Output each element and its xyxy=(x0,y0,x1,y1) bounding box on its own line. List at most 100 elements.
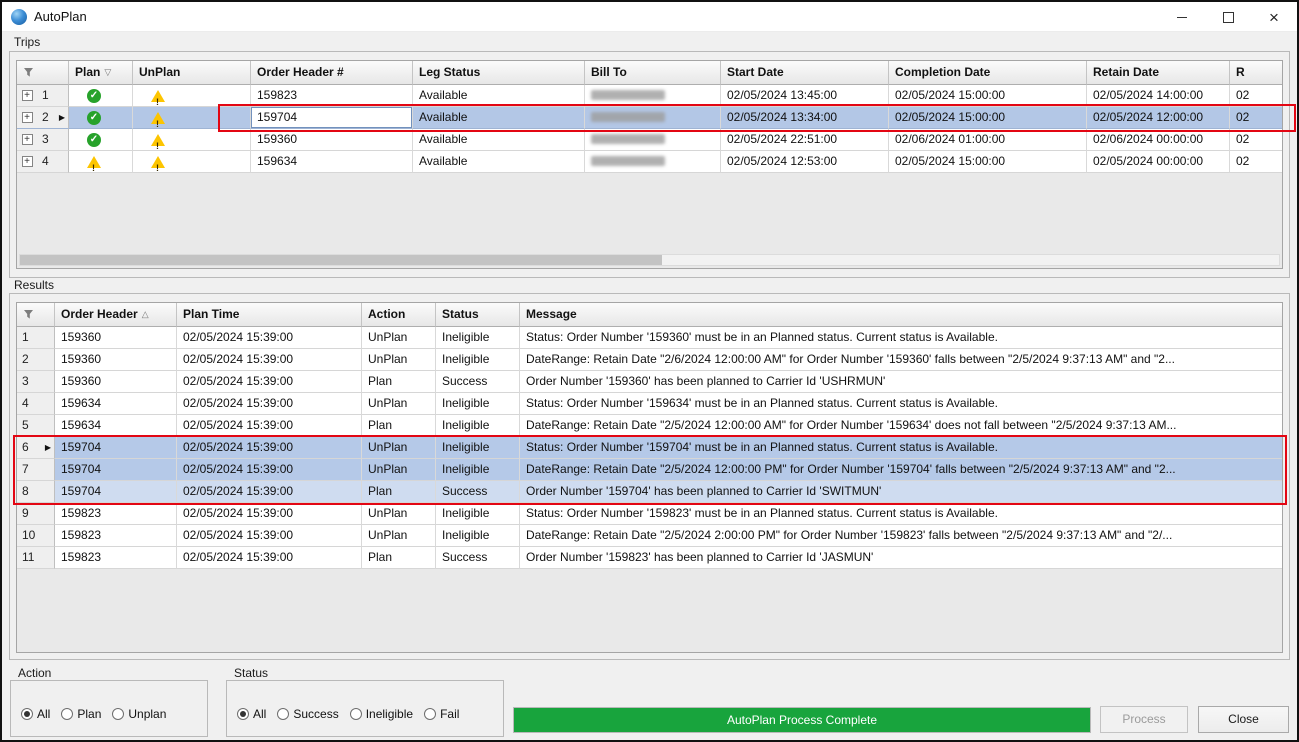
radio-label: All xyxy=(253,707,266,721)
message-cell: Status: Order Number '159823' must be in… xyxy=(520,503,1282,525)
result-row[interactable]: 4 159634 02/05/2024 15:39:00 UnPlan Inel… xyxy=(17,393,1282,415)
results-section-label: Results xyxy=(14,278,54,292)
column-header-label: UnPlan xyxy=(139,61,180,84)
leg-status-cell: Available xyxy=(413,107,585,129)
radio-action-all[interactable]: All xyxy=(21,707,50,721)
warning-icon xyxy=(151,90,165,102)
radio-status-success[interactable]: Success xyxy=(277,707,338,721)
sort-indicator-icon: ▽ xyxy=(104,61,111,84)
column-header-plan[interactable]: Plan▽ xyxy=(69,61,133,85)
plan-time-cell: 02/05/2024 15:39:00 xyxy=(177,481,362,503)
column-header-leg-status[interactable]: Leg Status xyxy=(413,61,585,85)
row-number: 5 xyxy=(22,415,29,436)
row-number: 6 xyxy=(22,437,29,458)
order-header-cell: 159823 xyxy=(55,503,177,525)
expand-plus-icon[interactable] xyxy=(22,156,33,167)
result-row[interactable]: 6 159704 02/05/2024 15:39:00 UnPlan Inel… xyxy=(17,437,1282,459)
warning-icon xyxy=(151,112,165,124)
column-header-message[interactable]: Message xyxy=(520,303,1282,327)
result-row[interactable]: 9 159823 02/05/2024 15:39:00 UnPlan Inel… xyxy=(17,503,1282,525)
radio-icon xyxy=(350,708,362,720)
result-row[interactable]: 1 159360 02/05/2024 15:39:00 UnPlan Inel… xyxy=(17,327,1282,349)
order-header-cell[interactable]: 159360 xyxy=(251,129,413,151)
column-header-retain-date[interactable]: Retain Date xyxy=(1087,61,1230,85)
scrollbar-thumb[interactable] xyxy=(20,255,662,265)
radio-icon xyxy=(277,708,289,720)
result-row[interactable]: 10 159823 02/05/2024 15:39:00 UnPlan Ine… xyxy=(17,525,1282,547)
completion-date-cell: 02/05/2024 15:00:00 xyxy=(889,107,1087,129)
order-header-cell: 159704 xyxy=(55,481,177,503)
row-header[interactable]: 10 xyxy=(17,525,55,547)
result-row[interactable]: 5 159634 02/05/2024 15:39:00 Plan Inelig… xyxy=(17,415,1282,437)
current-row-arrow xyxy=(59,107,65,128)
close-button[interactable]: Close xyxy=(1198,706,1289,733)
plan-time-cell: 02/05/2024 15:39:00 xyxy=(177,349,362,371)
expand-plus-icon[interactable] xyxy=(22,112,33,123)
message-cell: DateRange: Retain Date "2/5/2024 12:00:0… xyxy=(520,459,1282,481)
radio-action-plan[interactable]: Plan xyxy=(61,707,101,721)
row-header[interactable]: 8 xyxy=(17,481,55,503)
column-header-status[interactable]: Status xyxy=(436,303,520,327)
row-number: 2 xyxy=(42,107,49,128)
column-header-completion-date[interactable]: Completion Date xyxy=(889,61,1087,85)
column-header-plan-time[interactable]: Plan Time xyxy=(177,303,362,327)
row-header[interactable]: 4 xyxy=(37,151,69,173)
minimize-button[interactable] xyxy=(1159,2,1205,32)
row-header[interactable]: 11 xyxy=(17,547,55,569)
warning-icon xyxy=(151,156,165,168)
result-row[interactable]: 3 159360 02/05/2024 15:39:00 Plan Succes… xyxy=(17,371,1282,393)
horizontal-scrollbar[interactable] xyxy=(19,254,1280,266)
expand-plus-icon[interactable] xyxy=(22,90,33,101)
order-header-cell[interactable]: 159704 xyxy=(251,107,413,129)
row-header[interactable]: 2 xyxy=(17,349,55,371)
results-rows: 1 159360 02/05/2024 15:39:00 UnPlan Inel… xyxy=(17,327,1282,569)
plan-time-cell: 02/05/2024 15:39:00 xyxy=(177,525,362,547)
order-header-cell[interactable]: 159634 xyxy=(251,151,413,173)
unplan-cell xyxy=(133,129,251,151)
radio-status-all[interactable]: All xyxy=(237,707,266,721)
row-header[interactable]: 2 xyxy=(37,107,69,129)
radio-icon xyxy=(424,708,436,720)
row-header[interactable]: 1 xyxy=(37,85,69,107)
action-cell: UnPlan xyxy=(362,327,436,349)
result-row[interactable]: 8 159704 02/05/2024 15:39:00 Plan Succes… xyxy=(17,481,1282,503)
expand-plus-icon[interactable] xyxy=(22,134,33,145)
grid-corner-cell[interactable] xyxy=(17,303,55,327)
row-header[interactable]: 9 xyxy=(17,503,55,525)
radio-action-unplan[interactable]: Unplan xyxy=(112,707,166,721)
column-header-start-date[interactable]: Start Date xyxy=(721,61,889,85)
retain-date-cell: 02/05/2024 14:00:00 xyxy=(1087,85,1230,107)
row-header[interactable]: 3 xyxy=(37,129,69,151)
order-header-cell: 159360 xyxy=(55,349,177,371)
result-row[interactable]: 2 159360 02/05/2024 15:39:00 UnPlan Inel… xyxy=(17,349,1282,371)
radio-label: All xyxy=(37,707,50,721)
bill-to-cell xyxy=(585,151,721,173)
plan-time-cell: 02/05/2024 15:39:00 xyxy=(177,327,362,349)
trip-row[interactable]: 4 159634 Available 02/05/2024 12:53:00 0… xyxy=(17,151,1282,173)
process-button[interactable]: Process xyxy=(1100,706,1188,733)
trip-row[interactable]: 2 159704 Available 02/05/2024 13:34:00 0… xyxy=(17,107,1282,129)
trip-row[interactable]: 1 159823 Available 02/05/2024 13:45:00 0… xyxy=(17,85,1282,107)
grid-corner-cell[interactable] xyxy=(17,61,69,85)
column-header-order[interactable]: Order Header△ xyxy=(55,303,177,327)
result-row[interactable]: 11 159823 02/05/2024 15:39:00 Plan Succe… xyxy=(17,547,1282,569)
column-header-bill-to[interactable]: Bill To xyxy=(585,61,721,85)
bill-to-cell xyxy=(585,85,721,107)
result-row[interactable]: 7 159704 02/05/2024 15:39:00 UnPlan Inel… xyxy=(17,459,1282,481)
radio-status-fail[interactable]: Fail xyxy=(424,707,459,721)
trip-row[interactable]: 3 159360 Available 02/05/2024 22:51:00 0… xyxy=(17,129,1282,151)
column-header-partial[interactable]: R xyxy=(1230,61,1282,85)
column-header-action[interactable]: Action xyxy=(362,303,436,327)
maximize-button[interactable] xyxy=(1205,2,1251,32)
row-header[interactable]: 3 xyxy=(17,371,55,393)
row-header[interactable]: 4 xyxy=(17,393,55,415)
close-window-button[interactable] xyxy=(1251,2,1297,32)
radio-status-ineligible[interactable]: Ineligible xyxy=(350,707,413,721)
column-header-unplan[interactable]: UnPlan xyxy=(133,61,251,85)
row-header[interactable]: 5 xyxy=(17,415,55,437)
row-header[interactable]: 6 xyxy=(17,437,55,459)
row-header[interactable]: 7 xyxy=(17,459,55,481)
column-header-order[interactable]: Order Header # xyxy=(251,61,413,85)
order-header-cell[interactable]: 159823 xyxy=(251,85,413,107)
row-header[interactable]: 1 xyxy=(17,327,55,349)
